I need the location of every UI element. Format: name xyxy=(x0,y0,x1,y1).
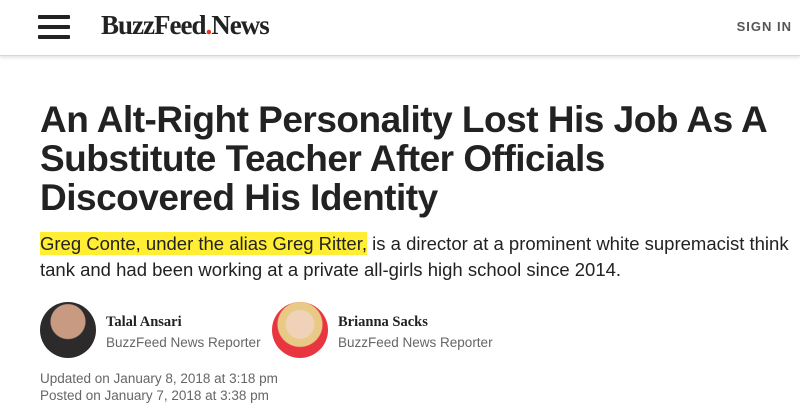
author-name[interactable]: Talal Ansari xyxy=(106,314,261,331)
author-name[interactable]: Brianna Sacks xyxy=(338,314,493,331)
author-role: BuzzFeed News Reporter xyxy=(338,335,493,350)
author-byline-1[interactable]: Talal Ansari BuzzFeed News Reporter xyxy=(40,301,261,359)
article-headline: An Alt-Right Personality Lost His Job As… xyxy=(40,99,766,218)
updated-timestamp: Updated on January 8, 2018 at 3:18 pm xyxy=(40,371,278,386)
sign-in-link[interactable]: SIGN IN xyxy=(737,19,792,34)
posted-timestamp: Posted on January 7, 2018 at 3:38 pm xyxy=(40,388,269,403)
buzzfeed-news-logo[interactable]: BuzzFeed.News xyxy=(101,10,270,41)
author-role: BuzzFeed News Reporter xyxy=(106,335,261,350)
author-avatar[interactable] xyxy=(272,302,328,358)
author-avatar[interactable] xyxy=(40,302,96,358)
author-byline-2[interactable]: Brianna Sacks BuzzFeed News Reporter xyxy=(272,301,493,359)
article-timestamps: Updated on January 8, 2018 at 3:18 pm Po… xyxy=(40,370,278,404)
top-navigation-bar: BuzzFeed.News SIGN IN xyxy=(0,0,800,56)
article-dek: Greg Conte, under the alias Greg Ritter,… xyxy=(40,231,790,283)
dek-highlighted-text: Greg Conte, under the alias Greg Ritter, xyxy=(40,232,368,255)
hamburger-menu-icon[interactable] xyxy=(38,13,70,41)
